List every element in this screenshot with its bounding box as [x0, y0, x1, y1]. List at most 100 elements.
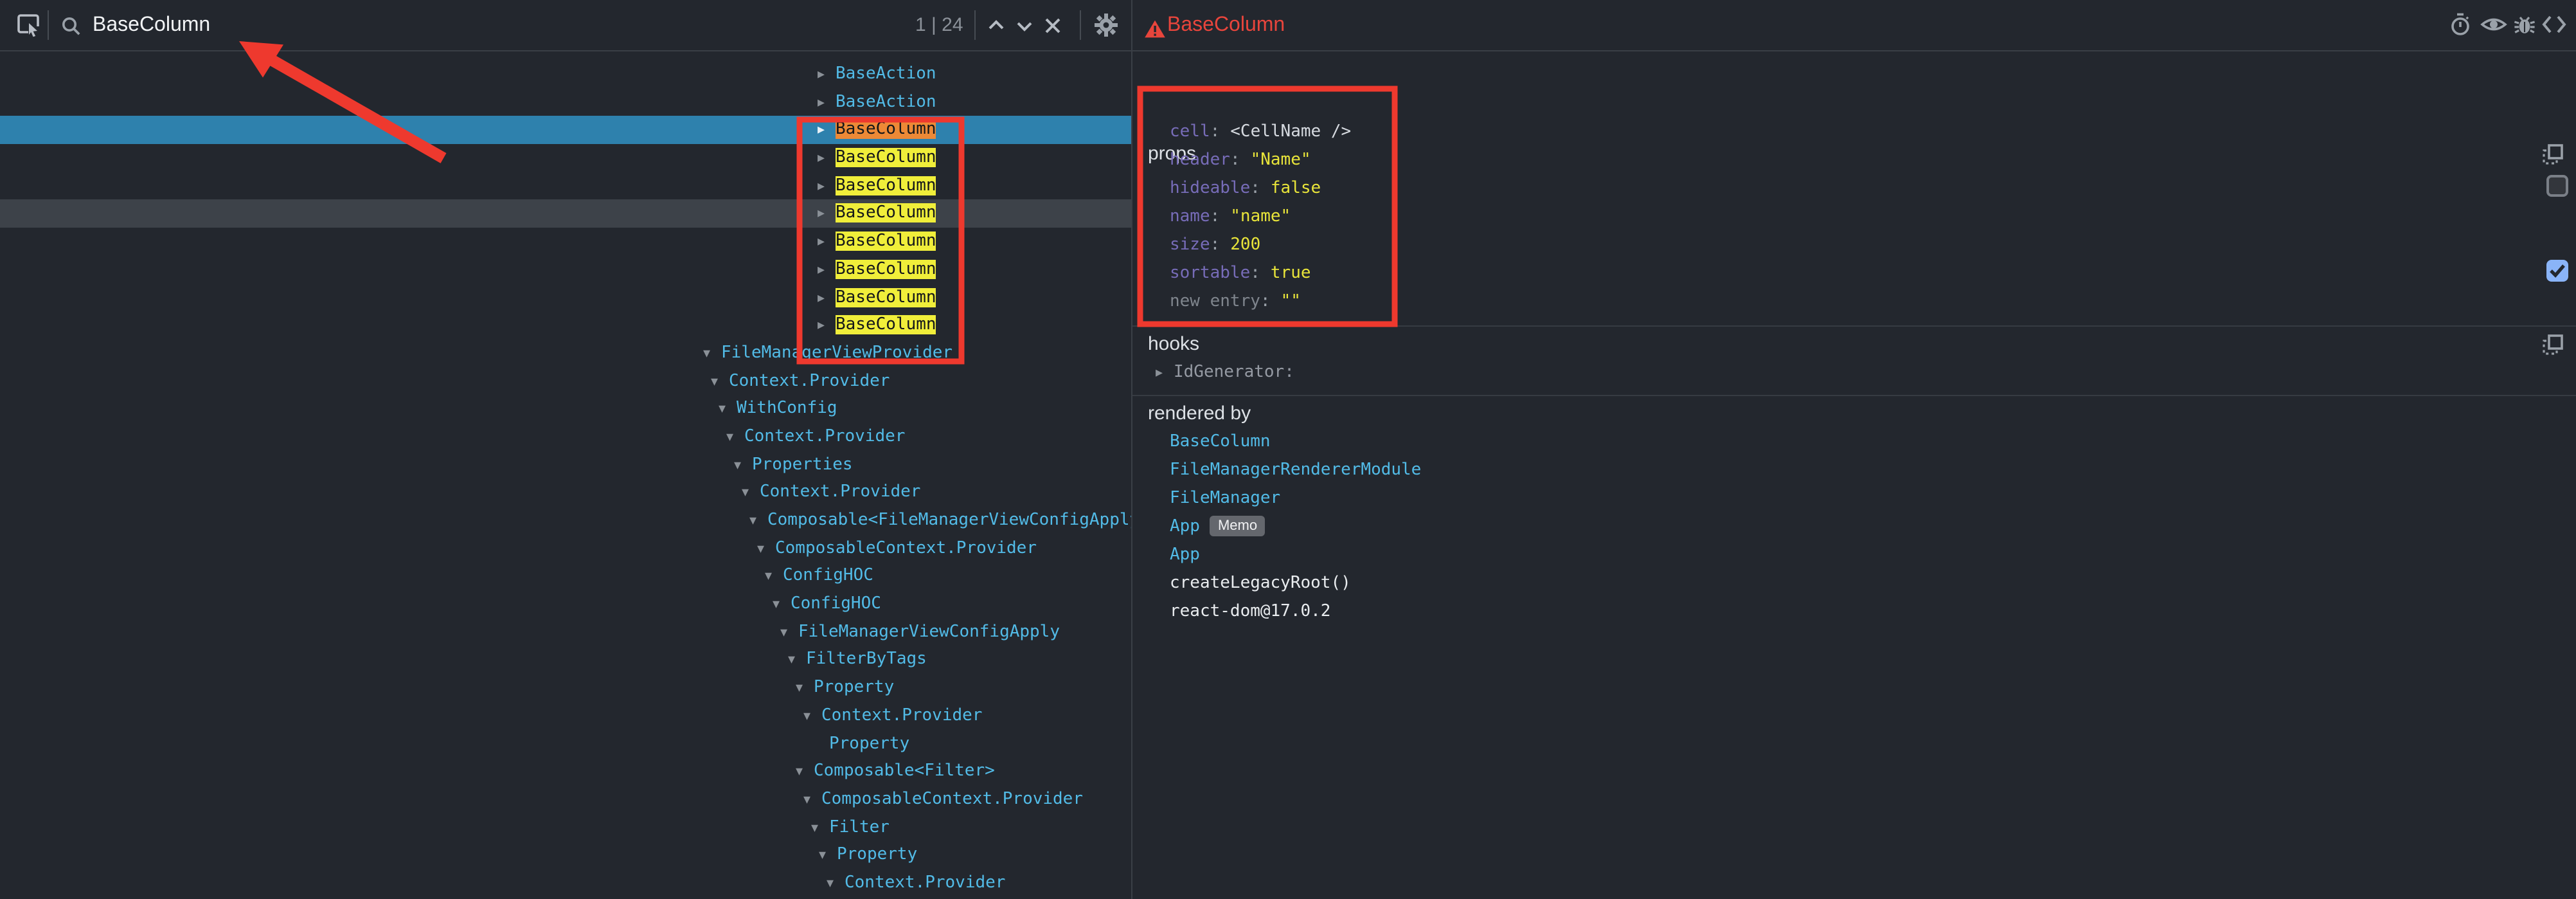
chevron-down-icon[interactable]: ▾ [788, 646, 806, 674]
tree-row[interactable]: ▾Composable<Filter> [0, 758, 1131, 785]
tree-row[interactable]: ▸BaseColumn [0, 284, 1131, 311]
tree-row[interactable]: ▸BaseColumn [0, 256, 1131, 284]
chevron-down-icon[interactable]: ▾ [811, 813, 829, 841]
prop-value[interactable]: "name" [1230, 207, 1291, 226]
chevron-down-icon[interactable]: ▾ [734, 451, 752, 478]
prop-value[interactable]: true [1271, 264, 1311, 283]
tree-row[interactable]: ▸BaseColumn [0, 200, 1131, 228]
close-icon[interactable] [1039, 12, 1067, 40]
chevron-down-icon[interactable]: ▾ [796, 758, 814, 785]
rendered-by-item[interactable]: FileManager [1170, 485, 1421, 513]
tree-row[interactable]: ▾Property [0, 674, 1131, 702]
checkbox-hideable[interactable] [2546, 175, 2568, 197]
tree-row[interactable]: ▾ConfigHOC [0, 563, 1131, 590]
tree-row[interactable]: ▸BaseColumn [0, 116, 1131, 144]
tree-row[interactable]: ▾Context.Provider [0, 367, 1131, 395]
chevron-down-icon[interactable]: ▾ [765, 563, 783, 590]
inspect-element-icon[interactable] [14, 10, 42, 39]
chevron-down-icon[interactable]: ▾ [803, 786, 821, 813]
tree-row[interactable]: ▾Composable<FileManagerViewConfigApply> [0, 507, 1131, 534]
tree-row[interactable]: ▾ComposableContext.Provider [0, 786, 1131, 813]
chevron-right-icon[interactable]: ▸ [818, 60, 836, 88]
chevron-right-icon[interactable]: ▸ [1156, 359, 1174, 387]
copy-props-icon[interactable] [2540, 141, 2566, 174]
owner-link[interactable]: App [1170, 545, 1200, 565]
chevron-down-icon[interactable]: ▾ [757, 534, 775, 562]
chevron-right-icon[interactable]: ▸ [818, 228, 836, 255]
chevron-up-icon[interactable] [982, 12, 1010, 40]
tree-row[interactable]: Property [0, 730, 1131, 758]
owner-link[interactable]: App [1170, 517, 1200, 536]
chevron-down-icon[interactable]: ▾ [742, 479, 760, 507]
tree-row[interactable]: ▾WithConfig [0, 395, 1131, 423]
chevron-down-icon[interactable]: ▾ [703, 340, 721, 367]
tree-row[interactable]: ▾Context.Provider [0, 423, 1131, 451]
owner-link[interactable]: BaseColumn [1170, 432, 1271, 451]
chevron-down-icon[interactable]: ▾ [749, 507, 767, 534]
chevron-right-icon[interactable]: ▸ [818, 200, 836, 228]
bug-icon[interactable] [2510, 10, 2539, 39]
prop-row[interactable]: sortable:true [1170, 260, 1351, 288]
tree-row[interactable]: ▾Property [0, 842, 1131, 869]
rendered-by-item[interactable]: FileManagerRendererModule [1170, 457, 1421, 485]
tree-row[interactable]: ▸BaseColumn [0, 311, 1131, 339]
chevron-down-icon[interactable]: ▾ [719, 395, 737, 423]
prop-row[interactable]: cell:<CellName /> [1170, 118, 1351, 147]
prop-row[interactable]: hideable:false [1170, 175, 1351, 203]
prop-value[interactable]: false [1271, 179, 1321, 198]
prop-value[interactable]: <CellName /> [1230, 122, 1351, 141]
rendered-by-item: react-dom@17.0.2 [1170, 598, 1421, 626]
chevron-right-icon[interactable]: ▸ [818, 144, 836, 172]
chevron-down-icon[interactable]: ▾ [773, 590, 791, 618]
chevron-right-icon[interactable]: ▸ [818, 311, 836, 339]
chevron-right-icon[interactable]: ▸ [818, 172, 836, 200]
chevron-down-icon[interactable]: ▾ [827, 869, 845, 897]
prop-value[interactable]: "Name" [1251, 150, 1311, 170]
rendered-by-item[interactable]: AppMemo [1170, 513, 1421, 541]
tree-row[interactable]: ▾Filter [0, 813, 1131, 841]
tree-row[interactable]: ▸BaseAction [0, 88, 1131, 116]
tree-row[interactable]: ▾Properties [0, 451, 1131, 478]
stopwatch-icon[interactable] [2446, 10, 2474, 39]
owner-link[interactable]: FileManager [1170, 489, 1280, 508]
tree-row[interactable]: ▸BaseColumn [0, 144, 1131, 172]
chevron-right-icon[interactable]: ▸ [818, 256, 836, 284]
chevron-down-icon[interactable]: ▾ [780, 619, 798, 646]
chevron-down-icon[interactable]: ▾ [803, 702, 821, 730]
tree-row[interactable]: ▾Context.Provider [0, 869, 1131, 897]
chevron-right-icon[interactable]: ▸ [818, 284, 836, 311]
chevron-right-icon[interactable]: ▸ [818, 88, 836, 116]
tree-row[interactable]: ▾Context.Provider [0, 479, 1131, 507]
owner-link[interactable]: FileManagerRendererModule [1170, 460, 1421, 480]
checkbox-sortable[interactable] [2546, 260, 2568, 282]
chevron-down-icon[interactable]: ▾ [819, 842, 837, 869]
search-input[interactable]: BaseColumn [93, 0, 210, 50]
tree-row[interactable]: ▸BaseColumn [0, 172, 1131, 200]
copy-hooks-icon[interactable] [2540, 332, 2566, 364]
chevron-down-icon[interactable]: ▾ [711, 367, 729, 395]
rendered-by-item[interactable]: BaseColumn [1170, 428, 1421, 457]
prop-value[interactable]: 200 [1230, 235, 1260, 255]
tree-row[interactable]: ▾FilterByTags [0, 646, 1131, 674]
hook-item[interactable]: ▸IdGenerator: [1156, 359, 1294, 387]
tree-row[interactable]: ▾ConfigHOC [0, 590, 1131, 618]
chevron-right-icon[interactable]: ▸ [818, 116, 836, 144]
prop-row[interactable]: new entry:"" [1170, 288, 1351, 316]
code-view-source-icon[interactable] [2540, 10, 2568, 39]
prop-value[interactable]: "" [1281, 292, 1301, 311]
chevron-down-icon[interactable]: ▾ [726, 423, 744, 451]
prop-row[interactable]: header:"Name" [1170, 147, 1351, 175]
tree-row[interactable]: ▾FileManagerViewConfigApply [0, 619, 1131, 646]
chevron-down-icon[interactable] [1010, 12, 1039, 40]
prop-row[interactable]: size:200 [1170, 232, 1351, 260]
gear-icon[interactable] [1091, 10, 1120, 39]
tree-row[interactable]: ▸BaseAction [0, 60, 1131, 88]
chevron-down-icon[interactable]: ▾ [796, 674, 814, 702]
tree-row[interactable]: ▾FileManagerViewProvider [0, 340, 1131, 367]
tree-row[interactable]: ▾Context.Provider [0, 702, 1131, 730]
prop-row[interactable]: name:"name" [1170, 203, 1351, 232]
eye-icon[interactable] [2480, 10, 2508, 39]
rendered-by-item[interactable]: App [1170, 541, 1421, 570]
tree-row[interactable]: ▾ComposableContext.Provider [0, 534, 1131, 562]
tree-row[interactable]: ▸BaseColumn [0, 228, 1131, 255]
